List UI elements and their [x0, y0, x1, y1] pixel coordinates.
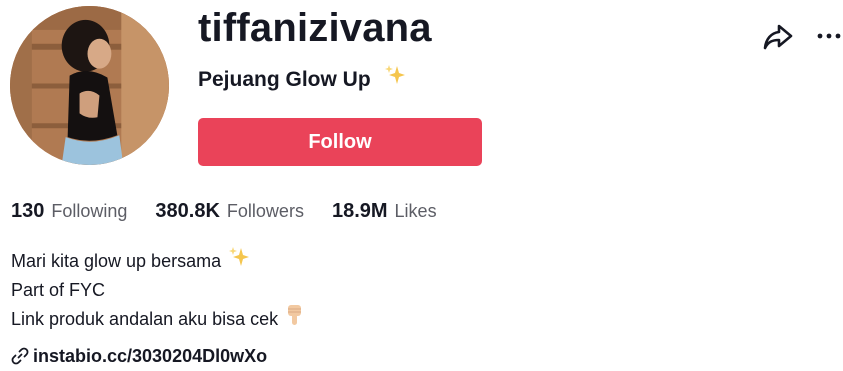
- avatar-photo: [10, 6, 169, 165]
- bio: Mari kita glow up bersama Part of FYC Li…: [11, 247, 305, 334]
- stat-followers[interactable]: 380.8K Followers: [155, 200, 304, 223]
- stat-likes[interactable]: 18.9M Likes: [332, 200, 437, 223]
- stat-following[interactable]: 130 Following: [11, 200, 127, 223]
- followers-count: 380.8K: [155, 200, 220, 222]
- bio-line: Mari kita glow up bersama: [11, 247, 305, 276]
- likes-count: 18.9M: [331, 200, 388, 222]
- followers-label: Followers: [226, 201, 304, 221]
- nickname: Pejuang Glow Up: [198, 64, 406, 95]
- bio-line-text: Mari kita glow up bersama: [11, 251, 222, 271]
- follow-button[interactable]: Follow: [198, 118, 482, 166]
- bio-line: Link produk andalan aku bisa cek: [11, 305, 305, 334]
- bio-link-text: instabio.cc/3030204Dl0wXo: [33, 345, 268, 366]
- bio-link[interactable]: instabio.cc/3030204Dl0wXo: [11, 343, 267, 369]
- bio-line-text: Link produk andalan aku bisa cek: [11, 309, 279, 329]
- username: tiffanizivana: [198, 6, 432, 50]
- sparkles-icon: [384, 64, 406, 95]
- avatar[interactable]: [10, 6, 169, 165]
- more-dots-icon[interactable]: [815, 22, 843, 50]
- link-icon: [11, 347, 29, 365]
- following-count: 130: [11, 200, 45, 222]
- share-arrow-icon[interactable]: [762, 22, 794, 52]
- likes-label: Likes: [394, 201, 437, 221]
- nickname-text: Pejuang Glow Up: [198, 68, 371, 91]
- pointing-down-icon: [285, 303, 305, 336]
- bio-line: Part of FYC: [11, 276, 305, 305]
- sparkles-icon: [228, 246, 250, 277]
- bio-line-text: Part of FYC: [11, 280, 106, 300]
- profile-stats: 130 Following 380.8K Followers 18.9M Lik…: [11, 200, 465, 228]
- following-label: Following: [51, 201, 128, 221]
